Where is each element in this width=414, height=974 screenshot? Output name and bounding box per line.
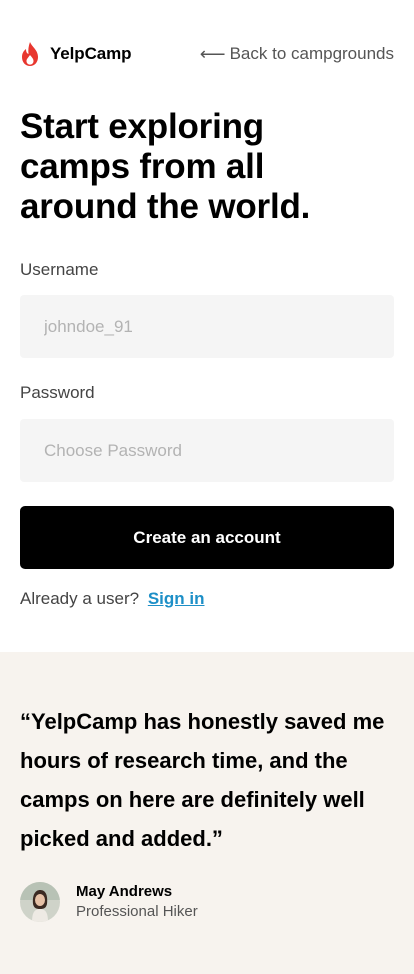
username-input[interactable] bbox=[20, 295, 394, 358]
author-role: Professional Hiker bbox=[76, 903, 198, 920]
username-label: Username bbox=[20, 260, 99, 279]
sign-in-link[interactable]: Sign in bbox=[148, 589, 205, 608]
back-to-campgrounds-link[interactable]: ⟵ Back to campgrounds bbox=[200, 44, 394, 65]
signin-row: Already a user? Sign in bbox=[20, 589, 204, 609]
avatar bbox=[20, 882, 60, 922]
header: YelpCamp ⟵ Back to campgrounds bbox=[20, 38, 394, 70]
testimonial-quote: “YelpCamp has honestly saved me hours of… bbox=[20, 709, 385, 851]
author-info: May Andrews Professional Hiker bbox=[76, 882, 198, 922]
password-input[interactable] bbox=[20, 419, 394, 482]
testimonial-author: May Andrews Professional Hiker bbox=[20, 882, 198, 922]
page-title: Start exploring camps from all around th… bbox=[20, 107, 311, 226]
back-link-label: Back to campgrounds bbox=[229, 44, 394, 63]
password-label: Password bbox=[20, 383, 95, 402]
author-name: May Andrews bbox=[76, 883, 173, 900]
testimonial-section: “YelpCamp has honestly saved me hours of… bbox=[0, 652, 414, 974]
signin-prompt: Already a user? bbox=[20, 589, 140, 608]
flame-icon bbox=[22, 42, 38, 66]
brand-name: YelpCamp bbox=[50, 44, 132, 63]
brand[interactable]: YelpCamp bbox=[20, 41, 132, 67]
create-account-button[interactable]: Create an account bbox=[20, 506, 394, 569]
arrow-left-icon: ⟵ bbox=[199, 43, 226, 64]
